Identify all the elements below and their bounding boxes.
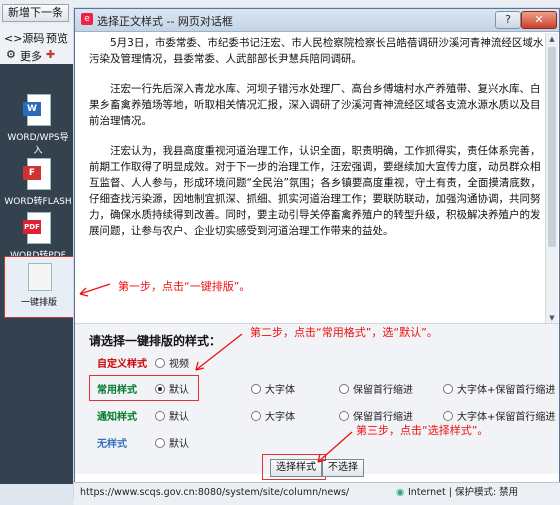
status-bar: https://www.scqs.gov.cn:8080/system/site…: [74, 482, 560, 505]
arrow-step2: [195, 333, 243, 371]
annotation-step3: 第三步，点击“选择样式”。: [356, 424, 489, 437]
status-url: https://www.scqs.gov.cn:8080/system/site…: [80, 487, 350, 498]
annotation-step2: 第二步，点击“常用格式”，选“默认”。: [250, 326, 438, 339]
status-zone: Internet | 保护模式: 禁用: [408, 487, 519, 498]
annotation-step1: 第一步，点击“一键排版”。: [118, 280, 251, 293]
globe-icon: ◉: [396, 487, 405, 498]
arrow-step3: [317, 431, 353, 463]
